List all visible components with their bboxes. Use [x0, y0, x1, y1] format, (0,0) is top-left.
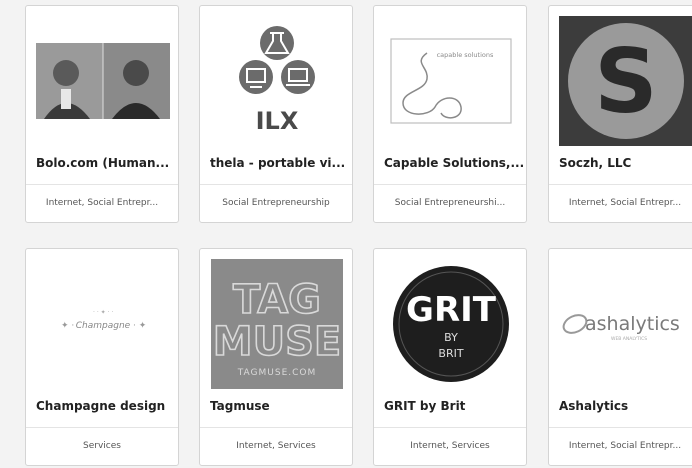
svg-text:✦ ·: ✦ ·: [61, 321, 74, 331]
company-logo[interactable]: ashalytics WEB ANALYTICS: [559, 259, 692, 389]
company-category: Services: [83, 441, 121, 451]
logo-subtext: WEB ANALYTICS: [611, 336, 647, 342]
company-logo[interactable]: TAG MUSE TAGMUSE.COM: [211, 259, 343, 389]
company-card[interactable]: capable solutions Capable Solutions,... …: [373, 5, 527, 223]
company-category: Social Entrepreneurshi...: [394, 198, 506, 208]
company-card[interactable]: ✦ · Champagne · ✦ · · ✦ · · Champagne de…: [25, 248, 179, 466]
divider: [26, 184, 178, 185]
logo-text: ashalytics: [585, 313, 680, 335]
company-card[interactable]: GRIT BY BRIT GRIT by Brit Internet, Serv…: [373, 248, 527, 466]
company-logo[interactable]: [36, 16, 170, 146]
company-logo[interactable]: GRIT BY BRIT: [384, 259, 518, 389]
company-card[interactable]: Bolo.com (Human... Internet, Social Entr…: [25, 5, 179, 223]
svg-text:· ✦: · ✦: [133, 321, 147, 331]
logo-text-url: TAGMUSE.COM: [237, 368, 317, 378]
company-logo[interactable]: ILX: [210, 16, 344, 146]
divider: [200, 184, 352, 185]
company-category: Internet, Services: [410, 441, 490, 451]
logo-text: ILX: [256, 107, 299, 135]
company-name[interactable]: Capable Solutions,...: [384, 156, 524, 170]
company-card[interactable]: TAG MUSE TAGMUSE.COM Tagmuse Internet, S…: [199, 248, 353, 466]
logo-text: capable solutions: [437, 51, 494, 59]
company-card[interactable]: S Soczh, LLC Internet, Social Entrepr...: [548, 5, 692, 223]
company-card[interactable]: ashalytics WEB ANALYTICS Ashalytics Inte…: [548, 248, 692, 466]
company-card[interactable]: ILX thela - portable vi... Social Entrep…: [199, 5, 353, 223]
company-name[interactable]: thela - portable vi...: [210, 156, 350, 170]
company-name[interactable]: Tagmuse: [210, 399, 350, 413]
company-name[interactable]: Soczh, LLC: [559, 156, 692, 170]
divider: [374, 184, 526, 185]
logo-text-by: BY: [444, 331, 458, 344]
company-logo[interactable]: capable solutions: [384, 16, 518, 146]
divider: [374, 427, 526, 428]
company-category: Internet, Social Entrepr...: [568, 198, 682, 208]
company-name[interactable]: GRIT by Brit: [384, 399, 524, 413]
company-logo[interactable]: ✦ · Champagne · ✦ · · ✦ · ·: [36, 259, 170, 389]
logo-text-tag: TAG: [233, 277, 321, 323]
company-category: Social Entrepreneurship: [222, 198, 330, 208]
logo-text-grit: GRIT: [406, 290, 497, 330]
logo-text-muse: MUSE: [213, 319, 341, 365]
svg-text:· · ✦ · ·: · · ✦ · ·: [93, 309, 113, 316]
company-logo[interactable]: S: [559, 16, 692, 146]
company-name[interactable]: Ashalytics: [559, 399, 692, 413]
company-category: Internet, Services: [236, 441, 316, 451]
company-category: Internet, Social Entrepr...: [45, 198, 159, 208]
logo-text: S: [594, 30, 657, 133]
company-name[interactable]: Champagne design: [36, 399, 176, 413]
company-category: Internet, Social Entrepr...: [568, 441, 682, 451]
divider: [549, 184, 692, 185]
logo-text: Champagne: [76, 321, 131, 331]
divider: [200, 427, 352, 428]
divider: [26, 427, 178, 428]
logo-text-brit: BRIT: [438, 347, 463, 360]
company-name[interactable]: Bolo.com (Human...: [36, 156, 176, 170]
divider: [549, 427, 692, 428]
